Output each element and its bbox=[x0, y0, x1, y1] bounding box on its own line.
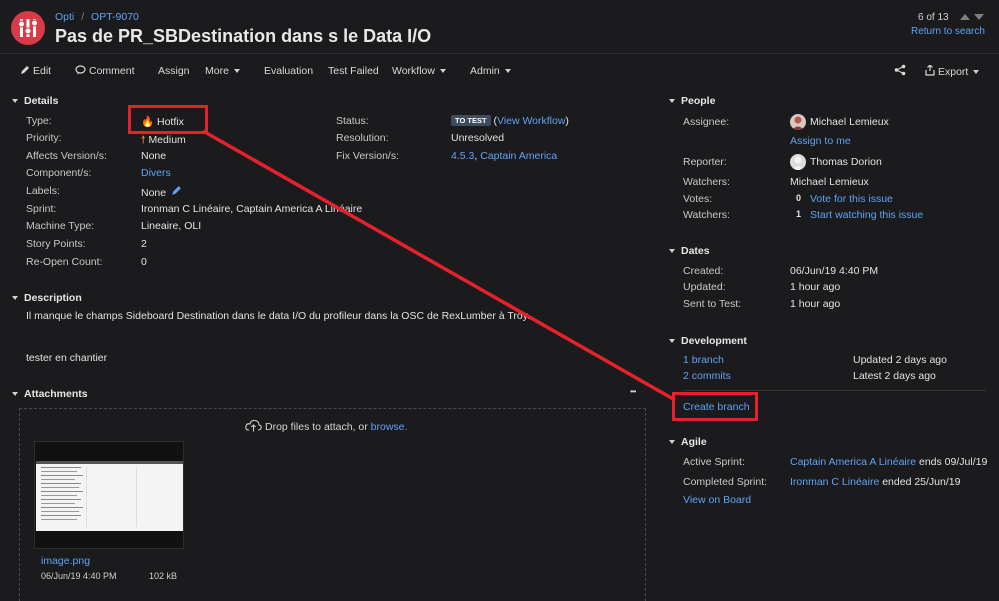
annotation-arrow-line bbox=[202, 129, 676, 402]
